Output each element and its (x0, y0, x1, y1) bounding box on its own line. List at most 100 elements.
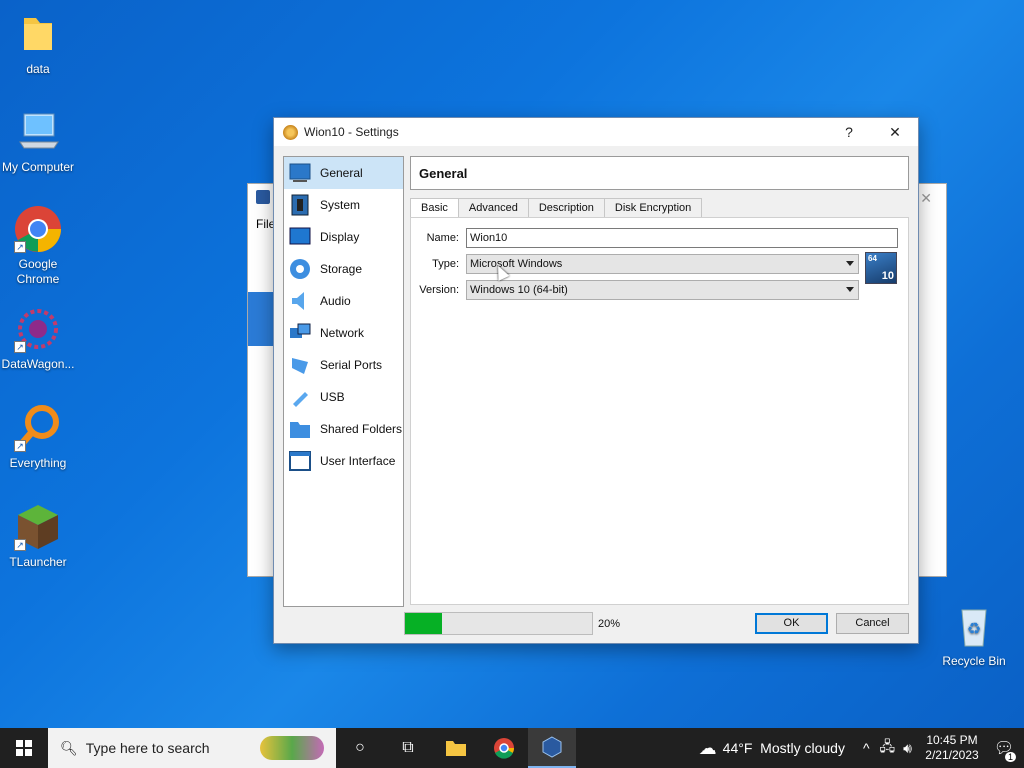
ok-button[interactable]: OK (755, 613, 828, 634)
clock-time: 10:45 PM (926, 733, 978, 747)
version-label: Version: (419, 284, 459, 296)
svg-text:♻: ♻ (967, 621, 981, 638)
progress-label: 20% (598, 618, 621, 630)
search-icon: 🔍︎ (60, 739, 78, 756)
desktop-icon-label: Google Chrome (16, 257, 60, 286)
sidebar-item-audio[interactable]: Audio (284, 285, 403, 317)
folder-icon (14, 10, 62, 58)
sidebar-item-system[interactable]: System (284, 189, 403, 221)
chrome-taskbar-button[interactable] (480, 728, 528, 768)
clock[interactable]: 10:45 PM 2/21/2023 (920, 733, 984, 763)
version-select[interactable]: Windows 10 (64-bit) (466, 280, 859, 300)
sidebar-item-shared-folders[interactable]: Shared Folders (284, 413, 403, 445)
type-select[interactable]: Microsoft Windows (466, 254, 859, 274)
datawagon-icon: ↗ (14, 305, 62, 353)
recycle-bin-icon: ♻ (950, 602, 998, 650)
virtualbox-icon (542, 736, 562, 758)
start-button[interactable] (0, 728, 48, 768)
system-tray: ☁ 44°F Mostly cloudy ^ 🖧︎ 🔊︎ 10:45 PM 2/… (699, 728, 1024, 768)
version-select-value: Windows 10 (64-bit) (470, 284, 568, 296)
desktop-icon-my-computer[interactable]: My Computer (0, 108, 76, 175)
desktop-icon-everything[interactable]: ↗ Everything (0, 404, 76, 471)
disk-icon (288, 257, 312, 281)
settings-gear-icon (283, 124, 298, 140)
tab-advanced[interactable]: Advanced (457, 198, 529, 218)
desktop-icon-recycle-bin[interactable]: ♻ Recycle Bin (936, 602, 1012, 669)
virtualbox-taskbar-button[interactable] (528, 728, 576, 768)
close-button[interactable]: ✕ (872, 118, 918, 146)
sidebar-item-storage[interactable]: Storage (284, 253, 403, 285)
cortana-button[interactable]: ○ (336, 728, 384, 768)
sidebar-item-label: Network (320, 326, 365, 340)
network-icon (288, 321, 312, 345)
minecraft-block-icon: ↗ (14, 503, 62, 551)
notification-button[interactable]: 💬︎ 1 (984, 728, 1024, 768)
shortcut-arrow-icon: ↗ (14, 539, 26, 551)
name-label: Name: (426, 232, 459, 244)
everything-search-icon: ↗ (14, 404, 62, 452)
desktop-icon-datawagon[interactable]: ↗ DataWagon... (0, 305, 76, 372)
desktop-icon-tlauncher[interactable]: ↗ TLauncher (0, 503, 76, 570)
name-input[interactable]: Wion10 (466, 228, 898, 248)
section-header: General (410, 156, 909, 190)
desktop-icon-data[interactable]: data (0, 10, 76, 77)
close-icon[interactable]: ✕ (920, 190, 932, 207)
chrome-icon (494, 738, 514, 759)
sidebar-item-usb[interactable]: USB (284, 381, 403, 413)
chip-icon (288, 193, 312, 217)
sidebar-item-user-interface[interactable]: User Interface (284, 445, 403, 477)
chrome-icon: ↗ (14, 205, 62, 253)
sidebar-item-label: User Interface (320, 454, 396, 468)
file-explorer-button[interactable] (432, 728, 480, 768)
shortcut-arrow-icon: ↗ (14, 341, 26, 353)
taskbar: 🔍︎ Type here to search ○ ⧉ ☁ 44°F Mostly… (0, 728, 1024, 768)
dialog-titlebar[interactable]: Wion10 - Settings ? ✕ (274, 118, 918, 146)
sidebar-item-network[interactable]: Network (284, 317, 403, 349)
desktop-icon-label: Everything (9, 456, 67, 470)
settings-dialog: Wion10 - Settings ? ✕ General System Dis… (273, 117, 919, 644)
selected-vm-row[interactable] (248, 292, 274, 346)
folder-icon (288, 417, 312, 441)
tab-basic[interactable]: Basic (410, 198, 459, 219)
weather-label[interactable]: 44°F Mostly cloudy (723, 740, 845, 756)
sidebar-item-serial-ports[interactable]: Serial Ports (284, 349, 403, 381)
sidebar-item-general[interactable]: General (284, 157, 403, 189)
chevron-up-icon[interactable]: ^ (863, 740, 870, 756)
volume-icon[interactable]: 🔊︎ (903, 740, 912, 757)
general-icon (288, 161, 312, 185)
circle-icon: ○ (355, 739, 365, 756)
tab-bar: Basic Advanced Description Disk Encrypti… (410, 198, 703, 219)
help-button[interactable]: ? (826, 118, 872, 146)
shortcut-arrow-icon: ↗ (14, 241, 26, 253)
os-badge-bottom: 10 (881, 270, 894, 282)
basic-tab-panel (410, 217, 909, 605)
tab-disk-encryption[interactable]: Disk Encryption (603, 198, 703, 218)
tab-description[interactable]: Description (527, 198, 605, 218)
search-placeholder: Type here to search (85, 740, 210, 756)
search-highlight-icon (260, 736, 324, 760)
sidebar-item-label: System (320, 198, 361, 212)
desktop-icon-label: data (26, 62, 50, 76)
computer-icon (14, 108, 62, 156)
windows-logo-icon (16, 740, 32, 756)
progress-fill (405, 613, 443, 634)
task-view-button[interactable]: ⧉ (384, 728, 432, 768)
virtualbox-icon (256, 190, 270, 204)
serial-port-icon (288, 353, 312, 377)
sidebar-item-display[interactable]: Display (284, 221, 403, 253)
desktop-icon-label: Recycle Bin (942, 654, 1006, 668)
cloud-icon: ☁ (698, 737, 717, 758)
os-badge-top: 64 (868, 254, 877, 263)
task-view-icon: ⧉ (402, 739, 414, 756)
folder-icon (446, 741, 466, 756)
desktop-icon-chrome[interactable]: ↗ Google Chrome (0, 205, 76, 287)
taskbar-search[interactable]: 🔍︎ Type here to search (48, 728, 336, 768)
network-icon[interactable]: 🖧︎ (880, 736, 896, 760)
cancel-button[interactable]: Cancel (836, 613, 909, 634)
dialog-title: Wion10 - Settings (304, 125, 399, 139)
desktop-icon-label: TLauncher (9, 555, 67, 569)
desktop-icon-label: My Computer (1, 160, 75, 174)
usb-icon (288, 385, 312, 409)
sidebar-item-label: USB (320, 390, 345, 404)
shortcut-arrow-icon: ↗ (14, 440, 26, 452)
